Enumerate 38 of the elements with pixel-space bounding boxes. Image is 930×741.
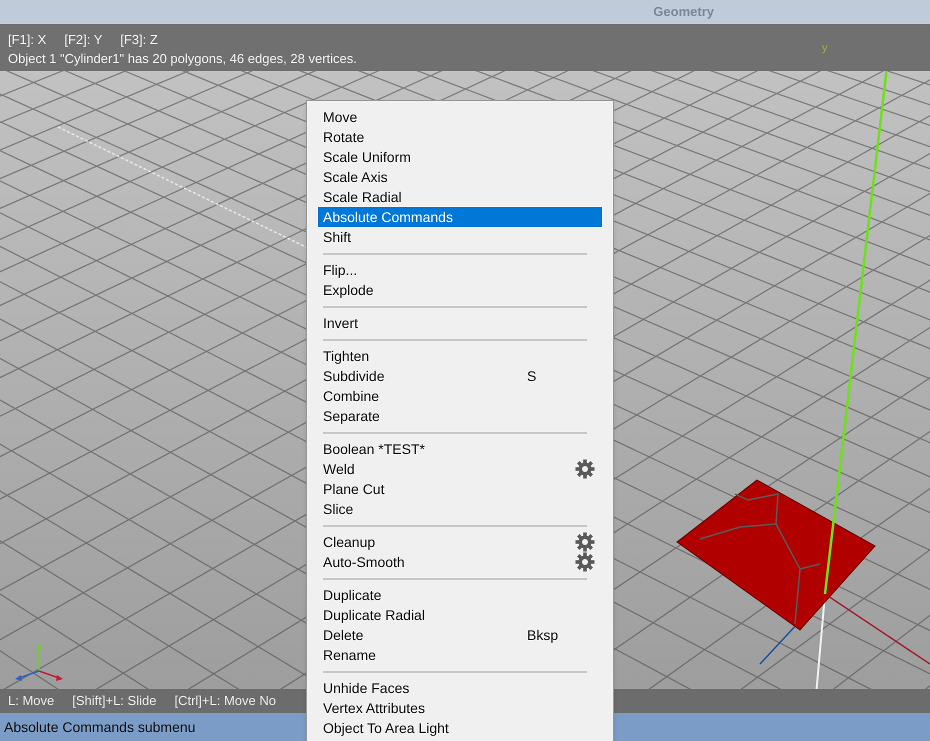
menu-item[interactable]: Combine	[318, 386, 602, 406]
menu-item[interactable]: Cleanup	[318, 532, 602, 552]
menu-item[interactable]: Scale Uniform	[318, 147, 602, 167]
menu-item[interactable]: Vertex Attributes	[318, 698, 602, 718]
menu-item[interactable]: Scale Radial	[318, 187, 602, 207]
menu-item[interactable]: Auto-Smooth	[318, 552, 602, 572]
menu-item[interactable]: Tighten	[318, 346, 602, 366]
menu-item[interactable]: Explode	[318, 280, 602, 300]
window-title: Geometry	[653, 3, 714, 22]
axis-label: y	[822, 41, 828, 56]
menu-item[interactable]: Duplicate	[318, 585, 602, 605]
shortcut-text: S	[527, 366, 536, 386]
menu-item[interactable]: Scale Axis	[318, 167, 602, 187]
menu-item[interactable]: Shift	[318, 227, 602, 247]
shortcut-text: Bksp	[527, 626, 558, 645]
menu-item[interactable]: Absolute Commands	[318, 207, 602, 227]
menu-item[interactable]: Unhide Faces	[318, 678, 602, 698]
menu-item[interactable]: Subdivide S	[318, 366, 602, 386]
menu-item[interactable]: Weld	[318, 459, 602, 479]
hint-text: [Ctrl]+L: Move No	[174, 692, 276, 710]
menu-item[interactable]: Boolean *TEST*	[318, 439, 602, 459]
menu-item[interactable]: Object To Area Light	[318, 718, 602, 738]
menu-item[interactable]: Duplicate Radial	[318, 605, 602, 625]
menu-item[interactable]: Plane Cut	[318, 479, 602, 499]
info-text: [F1]: X [F2]: Y [F3]: Z	[8, 31, 158, 49]
menu-item[interactable]: Slice	[318, 499, 602, 519]
hint-text: [Shift]+L: Slide	[72, 692, 156, 710]
menu-item[interactable]: Delete Bksp	[318, 625, 602, 645]
menu-item[interactable]: Rename	[318, 645, 602, 665]
status-text: Absolute Commands submenu	[4, 718, 196, 736]
info-text: Object 1 "Cylinder1" has 20 polygons, 46 edges, 28 vertices.	[8, 50, 357, 68]
menu-item[interactable]: Separate	[318, 406, 602, 426]
menu-item[interactable]: Invert	[318, 313, 602, 333]
axis-gizmo-icon	[13, 643, 65, 683]
hint-text: L: Move	[8, 692, 54, 710]
menu-item[interactable]: Move	[318, 107, 602, 127]
menu-item[interactable]: Flip...	[318, 260, 602, 280]
menu-item[interactable]: Rotate	[318, 127, 602, 147]
